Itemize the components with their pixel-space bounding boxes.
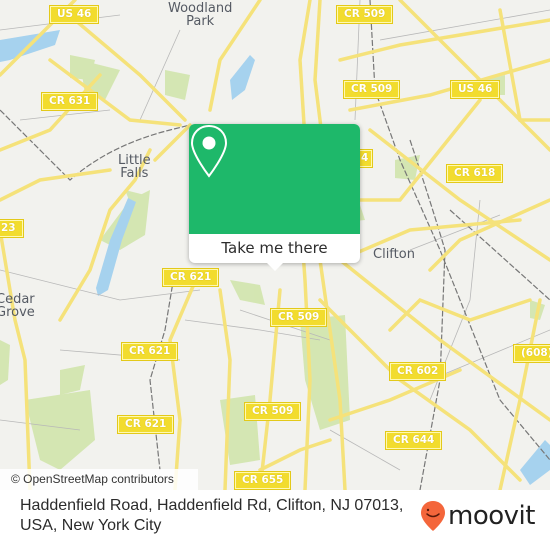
moovit-wordmark: moovit	[448, 501, 535, 531]
map[interactable]: Woodland Park Little Falls Cedar Grove C…	[0, 0, 550, 490]
place-label-text: Clifton	[373, 247, 415, 262]
place-label-clifton: Clifton	[373, 248, 415, 261]
road-shield-cr-509: CR 509	[243, 402, 302, 421]
road-shield-cr-621: CR 621	[161, 268, 220, 287]
road-shield-cr-621: CR 621	[116, 415, 175, 434]
road-shield-cr-631: CR 631	[40, 92, 99, 111]
road-shield-cr-644: CR 644	[384, 431, 443, 450]
road-shield-us-46: US 46	[449, 80, 501, 99]
take-me-there-popup[interactable]: Take me there	[189, 124, 360, 271]
road-shield-us-46: US 46	[48, 5, 100, 24]
footer: Haddenfield Road, Haddenfield Rd, Clifto…	[0, 490, 550, 550]
road-shield-cr-623: 23	[0, 219, 24, 238]
popup-pointer	[267, 263, 283, 271]
map-pin-icon	[190, 124, 228, 178]
road-shield-cr-509: CR 509	[269, 308, 328, 327]
place-label-text: Cedar Grove	[0, 292, 35, 320]
road-shield-cr-621: CR 621	[120, 342, 179, 361]
place-label-little-falls: Little Falls	[118, 154, 151, 180]
place-label-cedar-grove: Cedar Grove	[0, 293, 35, 319]
place-label-text: Woodland Park	[168, 1, 233, 29]
place-label-text: Little Falls	[118, 153, 151, 181]
road-shield-cr-655: CR 655	[233, 471, 292, 490]
take-me-there-button[interactable]: Take me there	[189, 234, 360, 262]
road-shield-cr-618: CR 618	[445, 164, 504, 183]
road-shield-608: (608)	[513, 344, 550, 363]
road-shield-cr-509: CR 509	[335, 5, 394, 24]
moovit-pin-icon	[421, 501, 445, 531]
popup-header	[189, 124, 360, 234]
place-label-woodland-park: Woodland Park	[168, 2, 232, 28]
map-attribution[interactable]: © OpenStreetMap contributors	[0, 469, 198, 490]
address-text: Haddenfield Road, Haddenfield Rd, Clifto…	[20, 497, 404, 534]
road-shield-cr-602: CR 602	[388, 362, 447, 381]
road-shield-cr-509: CR 509	[342, 80, 401, 99]
moovit-logo[interactable]: moovit	[420, 498, 535, 534]
